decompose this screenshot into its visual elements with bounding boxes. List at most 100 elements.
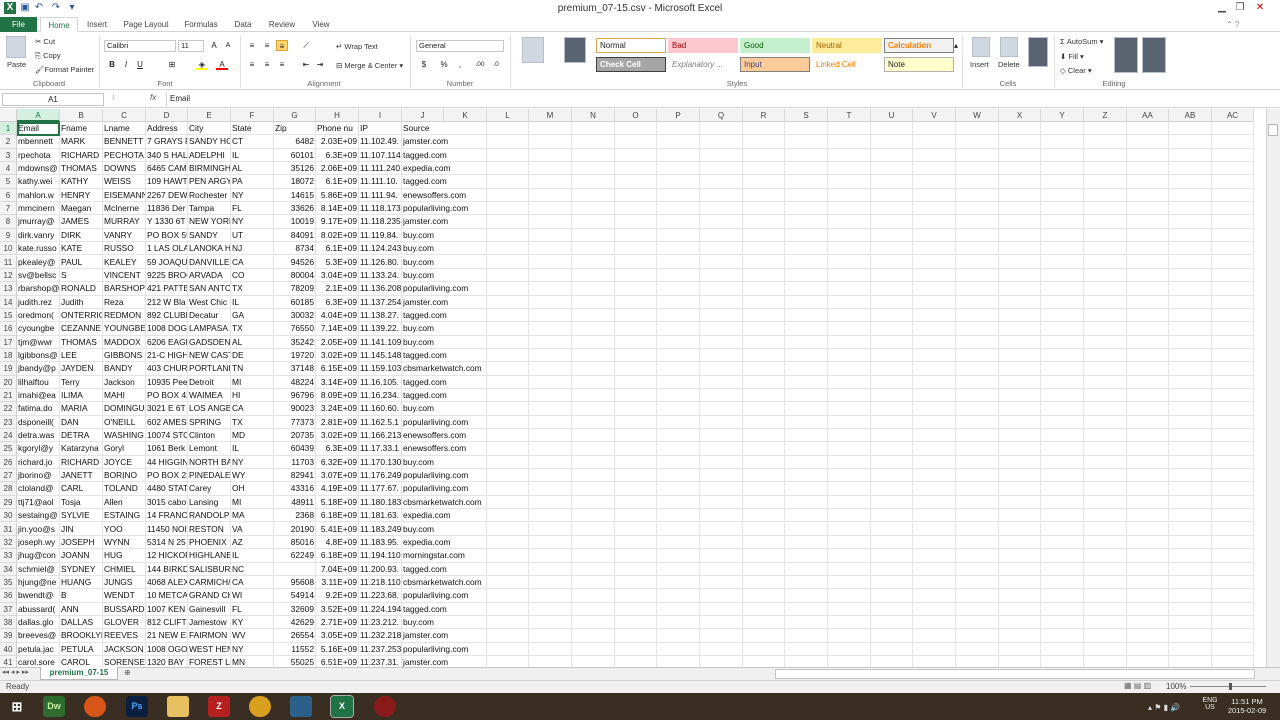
cell[interactable]: pkealey@ <box>17 255 60 269</box>
cell[interactable]: enewsoffers.com <box>402 442 466 456</box>
tray-icons[interactable]: ▴ ⚑ ▮ 🔊 <box>1148 703 1180 712</box>
cell[interactable] <box>444 429 487 443</box>
cell[interactable]: RICHARD <box>60 455 103 470</box>
cell[interactable] <box>700 602 743 616</box>
cell[interactable]: B <box>60 589 103 603</box>
sheet-nav-arrows[interactable]: ◂◂ ◂ ▸ ▸▸ <box>2 668 29 676</box>
cell[interactable] <box>1212 442 1254 456</box>
cell[interactable] <box>1041 188 1084 203</box>
select-all-button[interactable] <box>0 109 17 122</box>
cell[interactable]: Jamestow <box>188 615 231 630</box>
column-header-p[interactable]: P <box>657 109 700 122</box>
cell[interactable] <box>1212 455 1254 470</box>
cell[interactable] <box>956 509 999 523</box>
cell[interactable] <box>444 509 487 523</box>
cell[interactable] <box>1127 589 1169 603</box>
cell[interactable]: 62249 <box>274 549 316 563</box>
row-header[interactable]: 11 <box>0 255 17 269</box>
cell[interactable] <box>913 642 956 656</box>
cell[interactable] <box>657 135 700 149</box>
cell[interactable] <box>1084 469 1127 483</box>
cell[interactable] <box>615 455 657 470</box>
cell[interactable]: kate.russo <box>17 242 60 256</box>
cell[interactable]: 2267 DEW <box>146 188 188 203</box>
cell[interactable] <box>828 202 871 216</box>
cell[interactable] <box>615 362 657 376</box>
cell[interactable] <box>828 362 871 376</box>
cell[interactable]: 11.111.10. <box>359 175 402 189</box>
cell[interactable] <box>572 162 615 176</box>
cell[interactable] <box>444 295 487 309</box>
cell[interactable] <box>913 402 956 416</box>
cell[interactable] <box>743 469 785 483</box>
cell[interactable] <box>956 135 999 149</box>
cell[interactable] <box>444 549 487 563</box>
cell[interactable] <box>743 122 785 136</box>
cell[interactable] <box>828 148 871 163</box>
column-header-i[interactable]: I <box>359 109 402 122</box>
cell[interactable] <box>956 495 999 510</box>
cell[interactable] <box>444 615 487 630</box>
cell[interactable] <box>615 522 657 536</box>
cell[interactable] <box>743 295 785 309</box>
cell[interactable] <box>956 642 999 656</box>
cell[interactable] <box>615 429 657 443</box>
cell[interactable] <box>487 202 529 216</box>
cell[interactable]: 3.02E+09 <box>316 348 359 363</box>
cell[interactable] <box>487 495 529 510</box>
cell[interactable] <box>956 562 999 576</box>
cell[interactable] <box>956 455 999 470</box>
cell[interactable] <box>785 202 828 216</box>
cell[interactable] <box>487 535 529 550</box>
cell[interactable]: 11.119.84. <box>359 228 402 243</box>
cell[interactable]: 11.200.93. <box>359 562 402 576</box>
cell[interactable] <box>871 589 913 603</box>
delete-cells-icon[interactable] <box>1000 37 1018 57</box>
cell[interactable]: 35242 <box>274 335 316 349</box>
column-header-m[interactable]: M <box>529 109 572 122</box>
cell[interactable] <box>1041 202 1084 216</box>
cell[interactable] <box>1041 255 1084 269</box>
cell[interactable] <box>487 415 529 430</box>
cell[interactable]: PINEDALE <box>188 469 231 483</box>
cell[interactable] <box>657 509 700 523</box>
cell[interactable]: 11.159.103 <box>359 362 402 376</box>
cell[interactable]: KEALEY <box>103 255 146 269</box>
cell[interactable] <box>657 455 700 470</box>
cell[interactable]: 80004 <box>274 268 316 283</box>
cell[interactable]: Goryl <box>103 442 146 456</box>
cell[interactable] <box>1212 549 1254 563</box>
cell[interactable]: NORTH BA <box>188 455 231 470</box>
cell[interactable] <box>615 175 657 189</box>
cell[interactable] <box>785 375 828 389</box>
cell[interactable]: FL <box>231 202 274 216</box>
cell[interactable]: 11.118.235 <box>359 215 402 229</box>
cell[interactable] <box>615 282 657 296</box>
cell[interactable]: RONALD <box>60 282 103 296</box>
cell[interactable]: CO <box>231 268 274 283</box>
cell[interactable] <box>743 202 785 216</box>
cell[interactable] <box>1212 575 1254 590</box>
cell[interactable]: buy.com <box>402 229 444 243</box>
cell[interactable] <box>1084 148 1127 163</box>
cell[interactable] <box>487 282 529 296</box>
cell[interactable]: 10 METCA <box>146 589 188 603</box>
cell[interactable] <box>444 469 487 483</box>
cell[interactable]: Maegan <box>60 202 103 216</box>
font-color-icon[interactable]: A <box>216 59 228 70</box>
cell[interactable]: JAYDEN <box>60 362 103 376</box>
cell[interactable] <box>700 589 743 603</box>
cell[interactable]: 9.17E+09 <box>316 215 359 229</box>
cell[interactable] <box>871 562 913 576</box>
conditional-formatting-icon[interactable] <box>522 37 544 63</box>
cell[interactable]: 82941 <box>274 469 316 483</box>
cell[interactable] <box>828 188 871 203</box>
cell[interactable] <box>913 255 956 269</box>
cell[interactable]: popularliving.com <box>402 202 468 216</box>
cell[interactable] <box>487 255 529 269</box>
cell[interactable]: State <box>231 122 274 136</box>
cell[interactable]: 1007 KEN <box>146 602 188 616</box>
cell[interactable] <box>572 402 615 416</box>
cell[interactable] <box>1127 495 1169 510</box>
cell[interactable] <box>956 322 999 336</box>
